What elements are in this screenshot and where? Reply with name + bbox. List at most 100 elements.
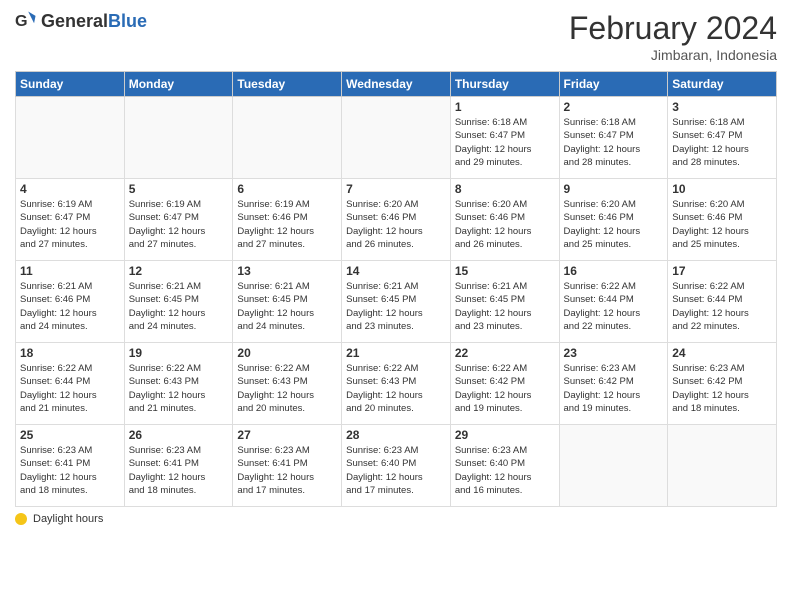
footer-text: Daylight hours xyxy=(33,513,103,525)
calendar-cell: 27Sunrise: 6:23 AM Sunset: 6:41 PM Dayli… xyxy=(233,425,342,507)
day-info: Sunrise: 6:19 AM Sunset: 6:47 PM Dayligh… xyxy=(20,198,120,251)
day-info: Sunrise: 6:23 AM Sunset: 6:41 PM Dayligh… xyxy=(20,444,120,497)
calendar-cell: 16 Sunrise: 6:22 AM Sunset: 6:44 PM Dayli… xyxy=(559,261,668,343)
calendar-title: February 2024 xyxy=(569,10,777,47)
day-number: 9 xyxy=(564,182,664,196)
day-number: 27 xyxy=(237,428,337,442)
day-info: Sunrise: 6:20 AM Sunset: 6:46 PM Dayligh… xyxy=(455,198,555,251)
calendar-cell xyxy=(233,97,342,179)
calendar-week-1: 1 Sunrise: 6:18 AM Sunset: 6:47 PM Daylig… xyxy=(16,97,777,179)
calendar-cell: 17 Sunrise: 6:22 AM Sunset: 6:44 PM Dayli… xyxy=(668,261,777,343)
day-info: Sunrise: 6:22 AM Sunset: 6:43 PM Dayligh… xyxy=(237,362,337,415)
calendar-cell: 25Sunrise: 6:23 AM Sunset: 6:41 PM Dayli… xyxy=(16,425,125,507)
col-tuesday: Tuesday xyxy=(233,72,342,97)
calendar-cell: 23 Sunrise: 6:23 AM Sunset: 6:42 PM Dayli… xyxy=(559,343,668,425)
day-info: Sunrise: 6:22 AM Sunset: 6:43 PM Dayligh… xyxy=(346,362,446,415)
calendar-header: Sunday Monday Tuesday Wednesday Thursday… xyxy=(16,72,777,97)
calendar-cell: 13 Sunrise: 6:21 AM Sunset: 6:45 PM Dayli… xyxy=(233,261,342,343)
day-info: Sunrise: 6:23 AM Sunset: 6:41 PM Dayligh… xyxy=(129,444,229,497)
day-number: 29 xyxy=(455,428,555,442)
calendar-cell: 10 Sunrise: 6:20 AM Sunset: 6:46 PM Dayli… xyxy=(668,179,777,261)
day-info: Sunrise: 6:19 AM Sunset: 6:46 PM Dayligh… xyxy=(237,198,337,251)
day-info: Sunrise: 6:22 AM Sunset: 6:42 PM Dayligh… xyxy=(455,362,555,415)
day-info: Sunrise: 6:23 AM Sunset: 6:42 PM Dayligh… xyxy=(672,362,772,415)
calendar-cell: 5Sunrise: 6:19 AM Sunset: 6:47 PM Daylig… xyxy=(124,179,233,261)
day-number: 20 xyxy=(237,346,337,360)
calendar-cell: 28Sunrise: 6:23 AM Sunset: 6:40 PM Dayli… xyxy=(342,425,451,507)
day-info: Sunrise: 6:22 AM Sunset: 6:43 PM Dayligh… xyxy=(129,362,229,415)
day-info: Sunrise: 6:22 AM Sunset: 6:44 PM Dayligh… xyxy=(20,362,120,415)
day-info: Sunrise: 6:21 AM Sunset: 6:45 PM Dayligh… xyxy=(455,280,555,333)
day-info: Sunrise: 6:22 AM Sunset: 6:44 PM Dayligh… xyxy=(564,280,664,333)
calendar-cell: 26 Sunrise: 6:23 AM Sunset: 6:41 PM Dayli… xyxy=(124,425,233,507)
calendar-cell: 15 Sunrise: 6:21 AM Sunset: 6:45 PM Dayli… xyxy=(450,261,559,343)
day-info: Sunrise: 6:18 AM Sunset: 6:47 PM Dayligh… xyxy=(455,116,555,169)
day-number: 18 xyxy=(20,346,120,360)
day-number: 13 xyxy=(237,264,337,278)
footer: Daylight hours xyxy=(15,513,777,525)
day-number: 8 xyxy=(455,182,555,196)
day-number: 10 xyxy=(672,182,772,196)
calendar-cell xyxy=(342,97,451,179)
day-number: 7 xyxy=(346,182,446,196)
day-info: Sunrise: 6:22 AM Sunset: 6:44 PM Dayligh… xyxy=(672,280,772,333)
day-number: 26 xyxy=(129,428,229,442)
logo-general: General xyxy=(41,11,108,31)
day-info: Sunrise: 6:21 AM Sunset: 6:45 PM Dayligh… xyxy=(346,280,446,333)
day-info: Sunrise: 6:18 AM Sunset: 6:47 PM Dayligh… xyxy=(672,116,772,169)
calendar-cell: 2 Sunrise: 6:18 AM Sunset: 6:47 PM Daylig… xyxy=(559,97,668,179)
day-info: Sunrise: 6:21 AM Sunset: 6:45 PM Dayligh… xyxy=(237,280,337,333)
day-number: 6 xyxy=(237,182,337,196)
calendar-cell xyxy=(16,97,125,179)
calendar-cell: 7 Sunrise: 6:20 AM Sunset: 6:46 PM Daylig… xyxy=(342,179,451,261)
day-number: 22 xyxy=(455,346,555,360)
day-info: Sunrise: 6:23 AM Sunset: 6:42 PM Dayligh… xyxy=(564,362,664,415)
day-number: 17 xyxy=(672,264,772,278)
day-info: Sunrise: 6:20 AM Sunset: 6:46 PM Dayligh… xyxy=(672,198,772,251)
day-number: 23 xyxy=(564,346,664,360)
calendar-cell xyxy=(124,97,233,179)
calendar-cell xyxy=(559,425,668,507)
col-wednesday: Wednesday xyxy=(342,72,451,97)
calendar-cell: 8 Sunrise: 6:20 AM Sunset: 6:46 PM Daylig… xyxy=(450,179,559,261)
calendar-cell: 24Sunrise: 6:23 AM Sunset: 6:42 PM Dayli… xyxy=(668,343,777,425)
calendar-cell: 14Sunrise: 6:21 AM Sunset: 6:45 PM Dayli… xyxy=(342,261,451,343)
logo: G GeneralBlue xyxy=(15,10,147,32)
calendar-cell: 19 Sunrise: 6:22 AM Sunset: 6:43 PM Dayli… xyxy=(124,343,233,425)
day-number: 21 xyxy=(346,346,446,360)
calendar-week-5: 25Sunrise: 6:23 AM Sunset: 6:41 PM Dayli… xyxy=(16,425,777,507)
calendar-cell: 11Sunrise: 6:21 AM Sunset: 6:46 PM Dayli… xyxy=(16,261,125,343)
calendar-cell xyxy=(668,425,777,507)
day-info: Sunrise: 6:23 AM Sunset: 6:40 PM Dayligh… xyxy=(346,444,446,497)
day-number: 19 xyxy=(129,346,229,360)
logo-blue: Blue xyxy=(108,11,147,31)
calendar-cell: 20 Sunrise: 6:22 AM Sunset: 6:43 PM Dayli… xyxy=(233,343,342,425)
logo-text: GeneralBlue xyxy=(41,11,147,32)
calendar-cell: 4 Sunrise: 6:19 AM Sunset: 6:47 PM Daylig… xyxy=(16,179,125,261)
calendar-cell: 3 Sunrise: 6:18 AM Sunset: 6:47 PM Daylig… xyxy=(668,97,777,179)
sun-icon xyxy=(15,513,27,525)
col-sunday: Sunday xyxy=(16,72,125,97)
svg-text:G: G xyxy=(15,12,28,30)
day-number: 4 xyxy=(20,182,120,196)
title-block: February 2024 Jimbaran, Indonesia xyxy=(569,10,777,63)
day-info: Sunrise: 6:21 AM Sunset: 6:45 PM Dayligh… xyxy=(129,280,229,333)
day-number: 15 xyxy=(455,264,555,278)
col-thursday: Thursday xyxy=(450,72,559,97)
header-row: Sunday Monday Tuesday Wednesday Thursday… xyxy=(16,72,777,97)
col-friday: Friday xyxy=(559,72,668,97)
day-info: Sunrise: 6:18 AM Sunset: 6:47 PM Dayligh… xyxy=(564,116,664,169)
calendar-week-2: 4 Sunrise: 6:19 AM Sunset: 6:47 PM Daylig… xyxy=(16,179,777,261)
day-number: 1 xyxy=(455,100,555,114)
day-number: 16 xyxy=(564,264,664,278)
calendar-cell: 22 Sunrise: 6:22 AM Sunset: 6:42 PM Dayli… xyxy=(450,343,559,425)
day-number: 2 xyxy=(564,100,664,114)
day-info: Sunrise: 6:21 AM Sunset: 6:46 PM Dayligh… xyxy=(20,280,120,333)
day-info: Sunrise: 6:20 AM Sunset: 6:46 PM Dayligh… xyxy=(346,198,446,251)
calendar-week-4: 18 Sunrise: 6:22 AM Sunset: 6:44 PM Dayli… xyxy=(16,343,777,425)
day-number: 3 xyxy=(672,100,772,114)
calendar-cell: 12Sunrise: 6:21 AM Sunset: 6:45 PM Dayli… xyxy=(124,261,233,343)
calendar-cell: 9Sunrise: 6:20 AM Sunset: 6:46 PM Daylig… xyxy=(559,179,668,261)
calendar-body: 1 Sunrise: 6:18 AM Sunset: 6:47 PM Daylig… xyxy=(16,97,777,507)
calendar-cell: 6 Sunrise: 6:19 AM Sunset: 6:46 PM Daylig… xyxy=(233,179,342,261)
